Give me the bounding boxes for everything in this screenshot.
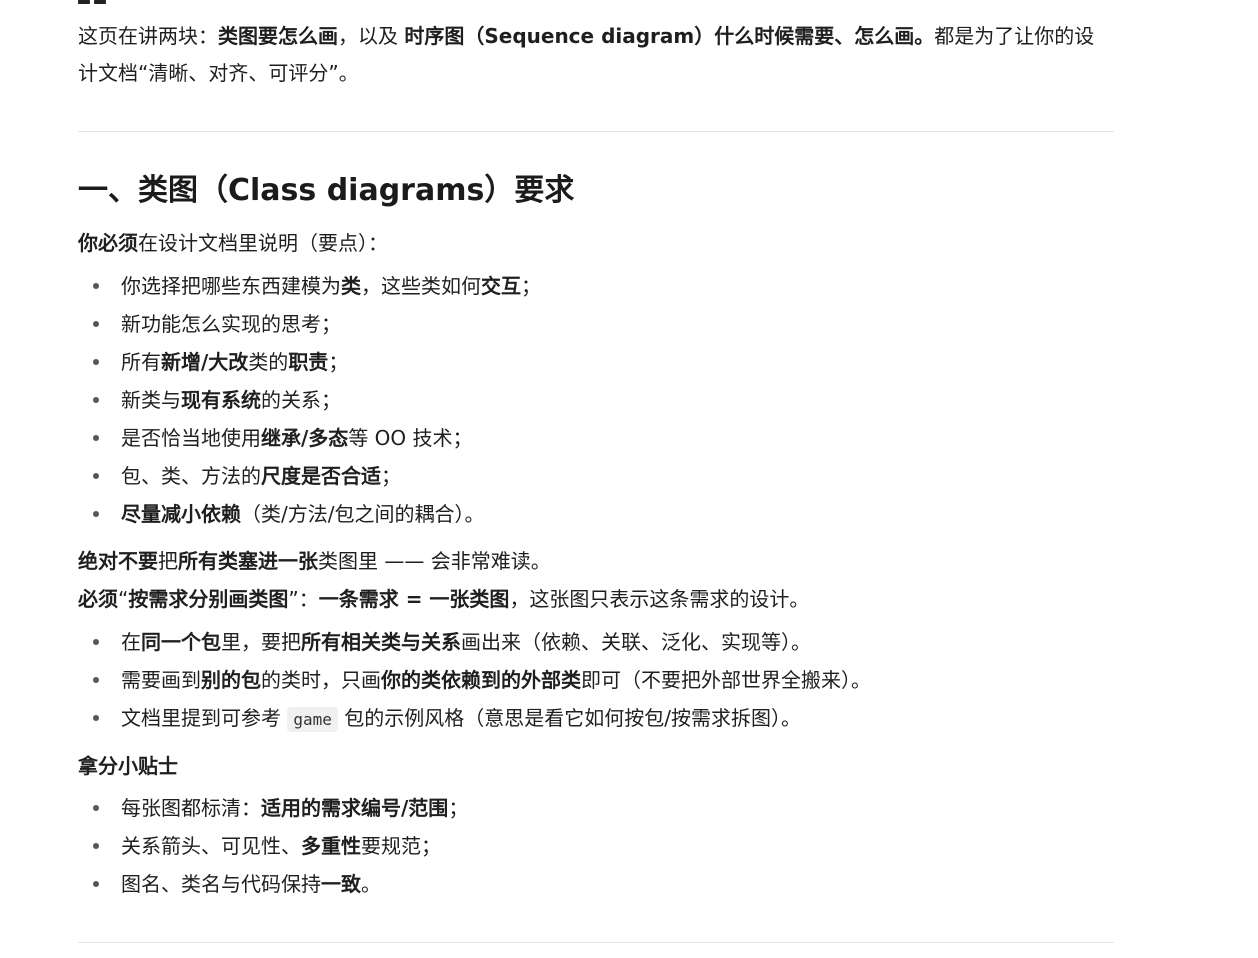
- intro-text: ，以及: [338, 24, 405, 48]
- item-text: 是否恰当地使用: [121, 426, 261, 450]
- never-bold: 所有类塞进一张: [178, 549, 318, 573]
- must-intro-bold: 你必须: [78, 231, 138, 255]
- must-draw-bold: 按需求分别画类图: [128, 587, 289, 611]
- item-text: 画出来（依赖、关联、泛化、实现等）。: [461, 630, 811, 654]
- item-bold: 继承/多态: [261, 426, 349, 450]
- item-text: 包的示例风格（意思是看它如何按包/按需求拆图）。: [337, 706, 801, 730]
- must-draw-bold: 一条需求 = 一张类图: [318, 587, 510, 611]
- item-text: 每张图都标清：: [121, 796, 261, 820]
- list-item: 图名、类名与代码保持一致。: [78, 865, 468, 903]
- item-bold: 尽量减小依赖: [121, 502, 241, 526]
- item-text: 等 OO 技术；: [348, 426, 473, 450]
- tips-list: 每张图都标清：适用的需求编号/范围； 关系箭头、可见性、多重性要规范； 图名、类…: [78, 789, 468, 903]
- divider: [78, 942, 1114, 943]
- never-paragraph: 绝对不要把所有类塞进一张类图里 —— 会非常难读。: [78, 546, 551, 576]
- inline-code: game: [287, 707, 338, 732]
- item-text: （类/方法/包之间的耦合）。: [241, 502, 485, 526]
- item-bold: 尺度是否合适: [261, 464, 381, 488]
- item-text: 新类与: [121, 388, 181, 412]
- item-text: ，这些类如何: [361, 274, 481, 298]
- item-bold: 你的类依赖到的外部类: [381, 668, 581, 692]
- list-item: 关系箭头、可见性、多重性要规范；: [78, 827, 468, 865]
- must-draw-text: ”：: [288, 587, 319, 611]
- item-text: ；: [448, 796, 469, 820]
- item-text: 的关系；: [261, 388, 341, 412]
- divider: [78, 131, 1114, 132]
- list-item: 包、类、方法的尺度是否合适；: [78, 457, 541, 495]
- item-bold: 别的包: [201, 668, 261, 692]
- item-bold: 一致: [321, 872, 361, 896]
- item-text: 的类时，只画: [261, 668, 381, 692]
- never-bold: 绝对不要: [78, 549, 158, 573]
- list-item: 新类与现有系统的关系；: [78, 381, 541, 419]
- item-text: 即可（不要把外部世界全搬来）。: [581, 668, 871, 692]
- item-text: ；: [328, 350, 349, 374]
- list-item: 是否恰当地使用继承/多态等 OO 技术；: [78, 419, 541, 457]
- must-draw-text: “: [118, 587, 129, 611]
- item-text: 关系箭头、可见性、: [121, 834, 301, 858]
- list-item: 新功能怎么实现的思考；: [78, 305, 541, 343]
- item-bold: 多重性: [301, 834, 361, 858]
- must-intro: 你必须在设计文档里说明（要点）：: [78, 228, 388, 258]
- list-item: 尽量减小依赖（类/方法/包之间的耦合）。: [78, 495, 541, 533]
- item-bold: 交互: [481, 274, 521, 298]
- intro-paragraph: 这页在讲两块：类图要怎么画，以及 时序图（Sequence diagram）什么…: [78, 18, 1114, 92]
- item-bold: 类: [341, 274, 361, 298]
- item-text: 在: [121, 630, 141, 654]
- intro-bold: 类图要怎么画: [218, 24, 338, 48]
- item-text: 。: [361, 872, 381, 896]
- list-item: 所有新增/大改类的职责；: [78, 343, 541, 381]
- item-text: ；: [521, 274, 541, 298]
- list-item: 需要画到别的包的类时，只画你的类依赖到的外部类即可（不要把外部世界全搬来）。: [78, 661, 871, 699]
- item-bold: 适用的需求编号/范围: [261, 796, 449, 820]
- must-intro-text: 在设计文档里说明（要点）：: [138, 231, 388, 255]
- item-text: 新功能怎么实现的思考；: [121, 312, 341, 336]
- draw-list: 在同一个包里，要把所有相关类与关系画出来（依赖、关联、泛化、实现等）。 需要画到…: [78, 623, 871, 737]
- clipped-heading-fragment: [78, 0, 138, 4]
- never-text: 类图里 —— 会非常难读。: [318, 549, 551, 573]
- tips-title-bold: 拿分小贴士: [78, 754, 178, 778]
- must-list: 你选择把哪些东西建模为类，这些类如何交互； 新功能怎么实现的思考； 所有新增/大…: [78, 267, 541, 533]
- must-draw-text: ，这张图只表示这条需求的设计。: [509, 587, 810, 611]
- item-text: 所有: [121, 350, 161, 374]
- intro-bold: 时序图（Sequence diagram）什么时候需要、怎么画。: [404, 24, 935, 48]
- item-text: 图名、类名与代码保持: [121, 872, 321, 896]
- item-text: 需要画到: [121, 668, 201, 692]
- section-heading: 一、类图（Class diagrams）要求: [78, 173, 575, 208]
- item-text: 里，要把: [221, 630, 301, 654]
- item-bold: 新增/大改: [161, 350, 249, 374]
- item-bold: 现有系统: [181, 388, 261, 412]
- list-item: 文档里提到可参考 game 包的示例风格（意思是看它如何按包/按需求拆图）。: [78, 699, 871, 737]
- tips-title: 拿分小贴士: [78, 751, 178, 781]
- item-text: 包、类、方法的: [121, 464, 261, 488]
- must-draw-paragraph: 必须“按需求分别画类图”：一条需求 = 一张类图，这张图只表示这条需求的设计。: [78, 584, 809, 614]
- list-item: 你选择把哪些东西建模为类，这些类如何交互；: [78, 267, 541, 305]
- never-text: 把: [158, 549, 178, 573]
- item-bold: 所有相关类与关系: [301, 630, 461, 654]
- item-text: 要规范；: [361, 834, 441, 858]
- item-bold: 同一个包: [141, 630, 221, 654]
- item-text: 文档里提到可参考: [121, 706, 288, 730]
- item-text: ；: [381, 464, 401, 488]
- list-item: 每张图都标清：适用的需求编号/范围；: [78, 789, 468, 827]
- list-item: 在同一个包里，要把所有相关类与关系画出来（依赖、关联、泛化、实现等）。: [78, 623, 871, 661]
- intro-text: 这页在讲两块：: [78, 24, 218, 48]
- item-text: 你选择把哪些东西建模为: [121, 274, 341, 298]
- must-draw-bold: 必须: [78, 587, 118, 611]
- item-bold: 职责: [288, 350, 329, 374]
- item-text: 类的: [248, 350, 289, 374]
